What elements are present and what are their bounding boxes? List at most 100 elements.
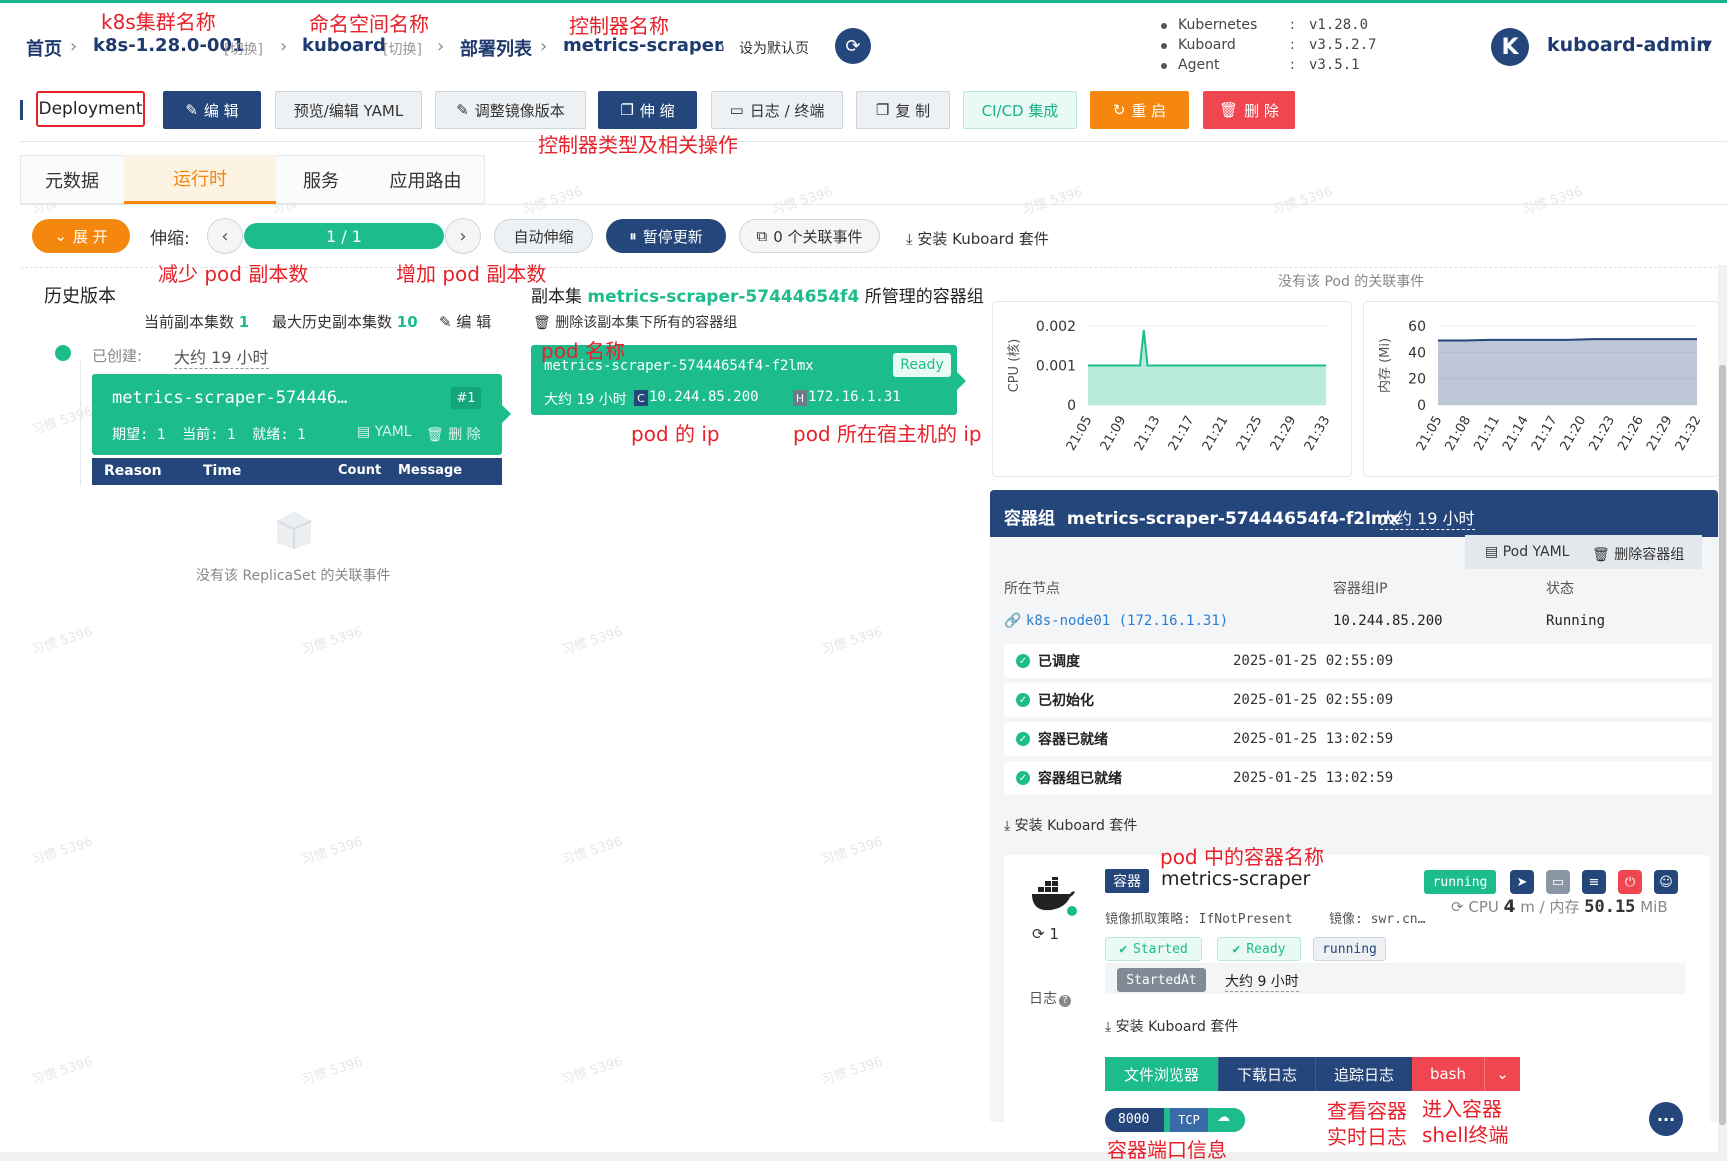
- copy-icon: ❐: [875, 101, 890, 119]
- max-rs-count: 最大历史副本集数 10: [272, 311, 418, 332]
- tab-services[interactable]: 服务: [276, 155, 366, 204]
- pod-yaml-label: Pod YAML: [1502, 544, 1570, 560]
- pod-yaml-link[interactable]: ▤ Pod YAML: [1485, 544, 1569, 560]
- pod-status-value: Running: [1546, 613, 1606, 629]
- replicaset-name: metrics-scraper-574446…: [112, 388, 348, 408]
- caret-down-icon[interactable]: ▼: [1702, 38, 1712, 53]
- watermark-text: 习惯 5396: [29, 1054, 95, 1089]
- restart-count: ⟳ 1: [1032, 925, 1059, 943]
- image-pull-policy: 镜像抓取策略: IfNotPresent: [1105, 912, 1293, 927]
- rs-yaml-link[interactable]: ▤ YAML: [357, 424, 412, 440]
- bash-terminal-button[interactable]: bash: [1412, 1057, 1484, 1091]
- image-version-button[interactable]: ✎ 调整镜像版本: [435, 91, 586, 129]
- breadcrumb-deployment-list[interactable]: 部署列表: [460, 35, 532, 61]
- tab-ingress[interactable]: 应用路由: [366, 155, 485, 204]
- namespace-switch-link[interactable]: [切换]: [383, 39, 422, 59]
- pause-update-button[interactable]: ⏸ 暂停更新: [606, 219, 726, 253]
- tail-logs-button[interactable]: 追踪日志: [1315, 1057, 1412, 1091]
- increase-replicas-button[interactable]: ›: [445, 218, 481, 254]
- container-install-label: 安装 Kuboard 套件: [1115, 1019, 1239, 1035]
- delete-button[interactable]: 🗑 删 除: [1203, 91, 1295, 129]
- archive-icon[interactable]: ▭: [1546, 870, 1570, 894]
- cicd-button[interactable]: CI/CD 集成: [963, 91, 1077, 129]
- timeline-dot: [55, 345, 71, 361]
- delete-pod-link[interactable]: 🗑 删除容器组: [1592, 544, 1684, 564]
- controller-kind: Deployment: [36, 91, 145, 127]
- more-icon[interactable]: ···: [1649, 1102, 1683, 1136]
- file-icon: ▤: [1485, 544, 1503, 560]
- condition-label: 已调度: [1038, 654, 1080, 670]
- username[interactable]: kuboard-admin: [1547, 34, 1710, 56]
- version-sep: :: [1290, 57, 1295, 73]
- container-install-suite-link[interactable]: ⤓ 安装 Kuboard 套件: [1105, 1016, 1238, 1036]
- avatar[interactable]: K: [1491, 28, 1529, 66]
- annotation-pod-ip: pod 的 ip: [631, 422, 720, 446]
- user-icon[interactable]: ☺: [1654, 870, 1678, 894]
- cluster-switch-link[interactable]: [切换]: [224, 39, 263, 59]
- y-tick-label: 60: [1408, 319, 1426, 335]
- cpu-chart: 0.0020.0010CPU (核)21:05 21:09 21:13 21:17 21…: [1007, 319, 1333, 454]
- expand-button[interactable]: ⌄ 展 开: [32, 219, 130, 253]
- tab-runtime[interactable]: 运行时: [124, 155, 276, 204]
- replicaset-title: 副本集 metrics-scraper-57444654f4 所管理的容器组: [531, 282, 984, 307]
- chevron-down-icon[interactable]: ⌄: [1484, 1057, 1520, 1091]
- bullet-icon: [1161, 63, 1167, 69]
- node-label: k8s-node01 (172.16.1.31): [1025, 613, 1229, 629]
- image-label: 调整镜像版本: [474, 101, 565, 120]
- x-tick-label: 21:05: [1064, 414, 1096, 454]
- x-tick-label: 21:17: [1166, 414, 1198, 454]
- horizontal-scrollbar[interactable]: [0, 1152, 1727, 1161]
- breadcrumb-namespace[interactable]: kuboard: [302, 35, 386, 56]
- y-tick-label: 0.002: [1036, 319, 1076, 335]
- restart-button[interactable]: ↻ 重 启: [1090, 91, 1189, 129]
- copy-button[interactable]: ❐ 复 制: [856, 91, 950, 129]
- version-sep: :: [1290, 37, 1295, 53]
- watermark-text: 习惯 5396: [29, 834, 95, 869]
- condition-label: 容器组已就绪: [1038, 771, 1122, 787]
- mem-unit: MiB: [1640, 898, 1668, 916]
- section-marker: [20, 100, 23, 120]
- scale-button[interactable]: ❐ 伸 缩: [598, 91, 697, 129]
- autoscale-button[interactable]: 自动伸缩: [494, 219, 593, 253]
- history-edit-link[interactable]: ✎ 编 辑: [439, 311, 491, 332]
- send-icon[interactable]: ➤: [1510, 870, 1534, 894]
- events-label: 0 个关联事件: [773, 227, 863, 246]
- delete-all-pods-link[interactable]: 🗑 删除该副本集下所有的容器组: [533, 312, 737, 332]
- y-tick-label: 0: [1067, 398, 1076, 414]
- related-events-button[interactable]: ⧉ 0 个关联事件: [739, 219, 880, 253]
- edit-button[interactable]: ✎ 编 辑: [163, 91, 261, 129]
- download-logs-button[interactable]: 下载日志: [1218, 1057, 1315, 1091]
- yaml-button[interactable]: 预览/编辑 YAML: [275, 91, 422, 129]
- node-link[interactable]: 🔗 k8s-node01 (172.16.1.31): [1004, 613, 1228, 629]
- help-icon[interactable]: ?: [1059, 995, 1071, 1007]
- chevron-down-icon: ⌄: [54, 227, 67, 245]
- scrollbar-thumb[interactable]: [1719, 365, 1726, 1125]
- check-icon: ✔: [1119, 941, 1128, 957]
- breadcrumb-home[interactable]: 首页: [26, 35, 62, 61]
- breadcrumb-cluster[interactable]: k8s-1.28.0-001: [93, 35, 245, 56]
- y-tick-label: 20: [1408, 372, 1426, 388]
- yaml-label: 预览/编辑 YAML: [293, 101, 404, 120]
- pod-install-suite-link[interactable]: ⤓ 安装 Kuboard 套件: [1004, 815, 1137, 835]
- database-icon[interactable]: ≡: [1582, 870, 1606, 894]
- refresh-icon: ⟳: [1451, 898, 1469, 916]
- logs-terminal-button[interactable]: ▭ 日志 / 终端: [711, 91, 843, 129]
- tab-metadata[interactable]: 元数据: [20, 155, 124, 204]
- set-default-link[interactable]: 设为默认页: [739, 38, 809, 58]
- trash-icon: 🗑: [426, 427, 449, 443]
- rs-delete-link[interactable]: 🗑 删 除: [426, 424, 481, 444]
- started-label: Started: [1133, 941, 1188, 957]
- watermark-text: 习惯 5396: [559, 1054, 625, 1089]
- x-tick-label: 21:21: [1200, 414, 1232, 454]
- download-icon: ⤓: [1105, 1019, 1116, 1035]
- file-browser-button[interactable]: 文件浏览器: [1105, 1057, 1218, 1091]
- restart-icon: ⟳: [1032, 925, 1050, 943]
- annotation-namespace: 命名空间名称: [309, 12, 429, 36]
- decrease-replicas-button[interactable]: ‹: [207, 218, 243, 254]
- version-name: Kubernetes: [1178, 17, 1258, 33]
- scale-label: 伸缩:: [150, 229, 190, 249]
- install-suite-link[interactable]: ⤓ 安装 Kuboard 套件: [906, 228, 1049, 249]
- refresh-icon[interactable]: ⟳: [835, 28, 871, 64]
- power-icon[interactable]: ⏻: [1618, 870, 1642, 894]
- cpu-unit: m / 内存: [1520, 898, 1580, 916]
